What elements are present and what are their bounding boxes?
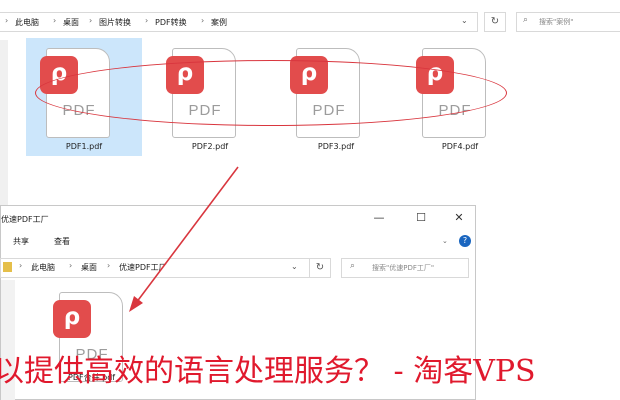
chevron-down-icon[interactable]: ⌄	[291, 262, 298, 271]
refresh-icon: ↻	[315, 262, 325, 273]
address-bar[interactable]: › 此电脑 › 桌面 › 优速PDF工厂 ⌄	[0, 258, 310, 278]
maximize-button[interactable]: ☐	[411, 211, 431, 224]
breadcrumb-chevron-icon: ›	[5, 16, 9, 25]
breadcrumb-chevron-icon: ›	[69, 261, 73, 270]
help-icon[interactable]: ?	[459, 235, 471, 247]
ribbon-tabs: 共享 查看 ⌄ ?	[1, 233, 475, 251]
file-name: PDF3.pdf	[317, 142, 355, 151]
breadcrumb-this-pc[interactable]: 此电脑	[15, 17, 39, 28]
breadcrumb-chevron-icon: ›	[107, 261, 111, 270]
address-bar[interactable]: › 此电脑 › 桌面 › 图片转换 › PDF转换 › 案例 ⌄	[0, 12, 478, 32]
tab-share[interactable]: 共享	[13, 236, 29, 247]
window-title: 优速PDF工厂	[1, 215, 49, 224]
search-placeholder: 搜索"案例"	[539, 18, 574, 26]
chevron-down-icon[interactable]: ⌄	[442, 237, 448, 245]
breadcrumb-desktop[interactable]: 桌面	[63, 17, 79, 28]
breadcrumb-desktop[interactable]: 桌面	[81, 262, 97, 273]
file-name: PDF1.pdf	[65, 142, 103, 151]
close-button[interactable]: ✕	[449, 211, 469, 224]
breadcrumb-chevron-icon: ›	[19, 261, 23, 270]
refresh-button[interactable]: ↻	[309, 258, 331, 278]
folder-icon	[3, 262, 12, 272]
refresh-icon: ↻	[490, 16, 500, 27]
search-icon: ⌕	[523, 15, 529, 25]
breadcrumb-chevron-icon: ›	[53, 16, 57, 25]
file-name: PDF4.pdf	[441, 142, 479, 151]
refresh-button[interactable]: ↻	[484, 12, 506, 32]
breadcrumb-folder[interactable]: 优速PDF工厂	[119, 262, 167, 273]
minimize-button[interactable]: —	[369, 211, 389, 224]
highlight-ellipse	[35, 60, 507, 126]
breadcrumb-image-convert[interactable]: 图片转换	[99, 17, 131, 28]
breadcrumb-chevron-icon: ›	[145, 16, 149, 25]
watermark-text: 以提供高效的语言处理服务？ - 淘客VPS	[0, 354, 536, 389]
chevron-down-icon[interactable]: ⌄	[461, 16, 468, 25]
search-input[interactable]: ⌕ 搜索"案例"	[516, 12, 620, 32]
address-bar-row: › 此电脑 › 桌面 › 图片转换 › PDF转换 › 案例 ⌄ ↻ ⌕ 搜索"…	[0, 8, 620, 34]
breadcrumb-chevron-icon: ›	[201, 16, 205, 25]
top-explorer-window: › 此电脑 › 桌面 › 图片转换 › PDF转换 › 案例 ⌄ ↻ ⌕ 搜索"…	[0, 0, 620, 205]
tab-view[interactable]: 查看	[54, 236, 70, 247]
file-name: PDF2.pdf	[191, 142, 229, 151]
search-icon: ⌕	[350, 261, 356, 271]
breadcrumb-cases[interactable]: 案例	[211, 17, 227, 28]
search-placeholder: 搜索"优速PDF工厂"	[372, 264, 435, 272]
breadcrumb-chevron-icon: ›	[89, 16, 93, 25]
navigation-pane[interactable]	[0, 40, 8, 205]
breadcrumb-this-pc[interactable]: 此电脑	[31, 262, 55, 273]
search-input[interactable]: ⌕ 搜索"优速PDF工厂"	[341, 258, 469, 278]
breadcrumb-pdf-convert[interactable]: PDF转换	[155, 17, 187, 28]
